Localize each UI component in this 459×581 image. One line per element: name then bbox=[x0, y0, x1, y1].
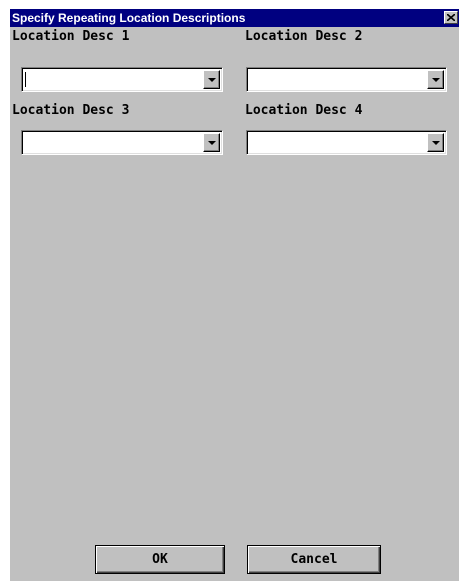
location-desc-2-combo[interactable] bbox=[246, 67, 447, 92]
chevron-down-icon bbox=[207, 141, 216, 145]
location-desc-2-label: Location Desc 2 bbox=[245, 29, 363, 44]
chevron-down-icon bbox=[431, 78, 440, 82]
location-desc-3-dropdown-button[interactable] bbox=[203, 133, 220, 152]
location-descriptions-dialog: Specify Repeating Location Descriptions … bbox=[9, 8, 459, 581]
location-desc-1-value[interactable] bbox=[25, 71, 200, 88]
close-button[interactable] bbox=[444, 11, 458, 24]
location-desc-3-label: Location Desc 3 bbox=[12, 103, 130, 118]
title-bar[interactable]: Specify Repeating Location Descriptions bbox=[10, 9, 459, 27]
chevron-down-icon bbox=[207, 78, 216, 82]
cancel-button[interactable]: Cancel bbox=[247, 545, 381, 574]
location-desc-3-combo[interactable] bbox=[21, 130, 223, 155]
location-desc-4-combo[interactable] bbox=[246, 130, 447, 155]
ok-button[interactable]: OK bbox=[95, 545, 225, 574]
location-desc-4-value[interactable] bbox=[250, 134, 424, 151]
location-desc-4-dropdown-button[interactable] bbox=[427, 133, 444, 152]
location-desc-1-label: Location Desc 1 bbox=[12, 29, 130, 44]
location-desc-4-label: Location Desc 4 bbox=[245, 103, 363, 118]
location-desc-3-value[interactable] bbox=[25, 134, 200, 151]
close-x-icon bbox=[447, 14, 455, 21]
chevron-down-icon bbox=[431, 141, 440, 145]
location-desc-1-combo[interactable] bbox=[21, 67, 223, 92]
dialog-title: Specify Repeating Location Descriptions bbox=[12, 11, 246, 25]
location-desc-2-value[interactable] bbox=[250, 71, 424, 88]
location-desc-1-dropdown-button[interactable] bbox=[203, 70, 220, 89]
location-desc-2-dropdown-button[interactable] bbox=[427, 70, 444, 89]
